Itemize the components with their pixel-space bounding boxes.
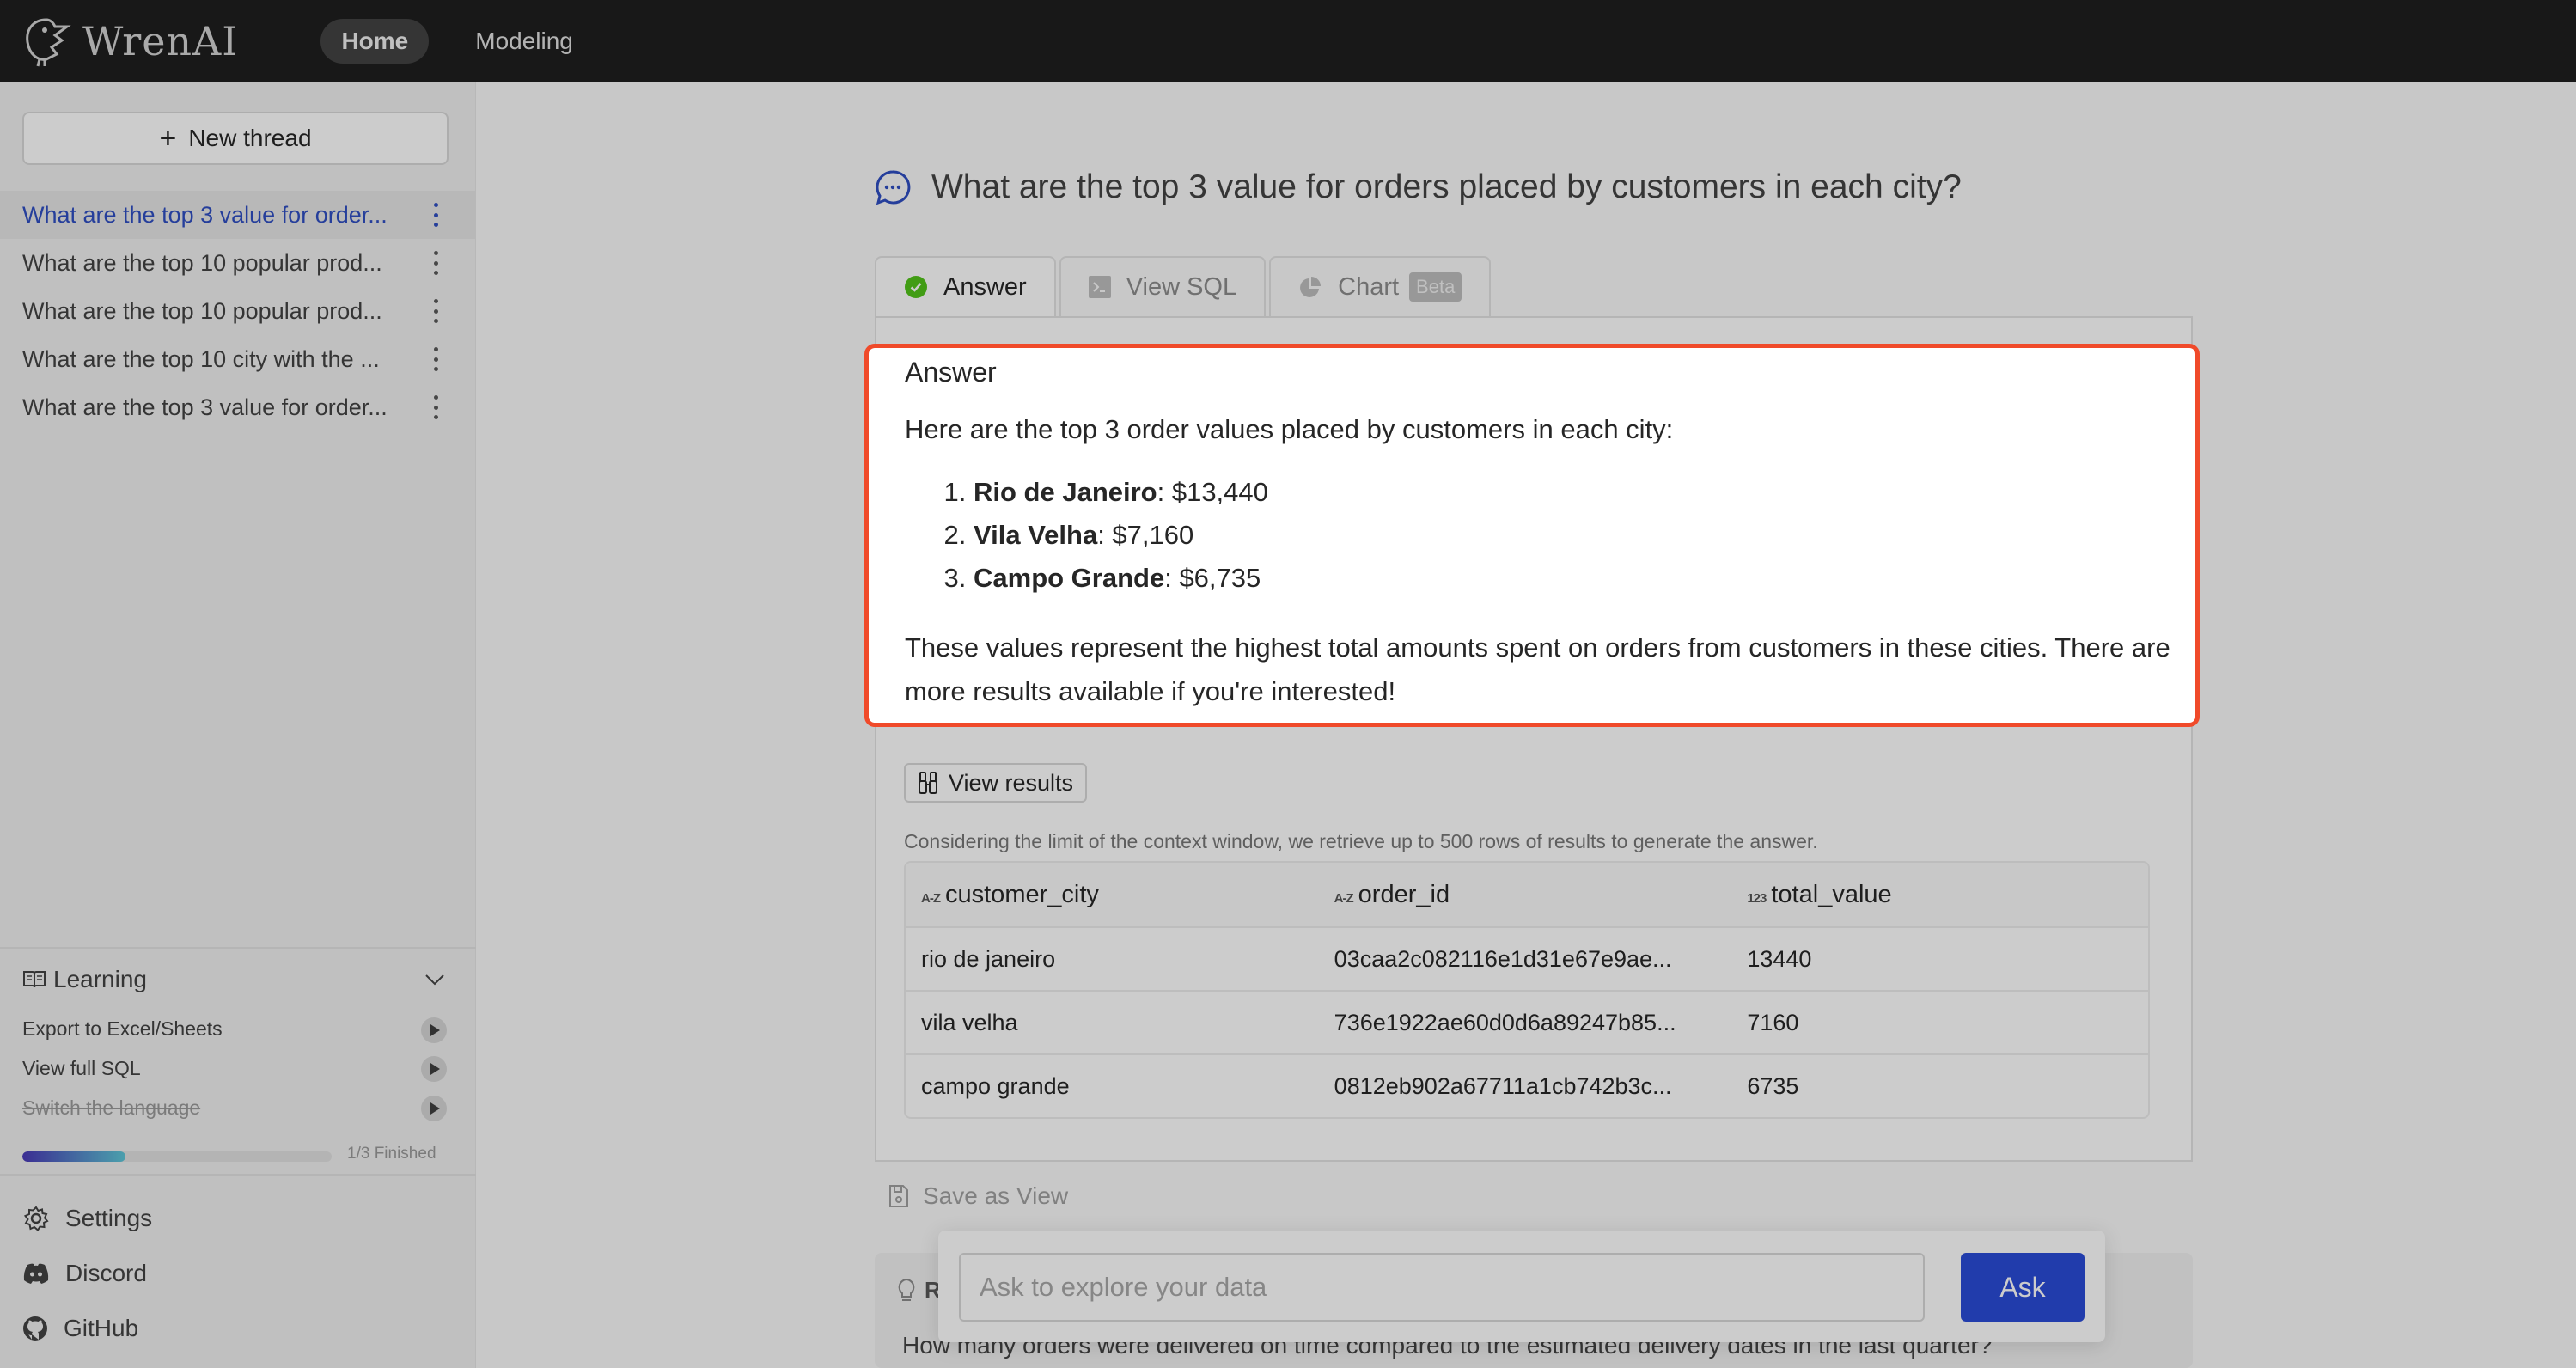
answer-list-item: Campo Grande: $6,735	[974, 557, 2195, 600]
answer-list-item: Vila Velha: $7,160	[974, 514, 2195, 557]
answer-list: Rio de Janeiro: $13,440 Vila Velha: $7,1…	[905, 471, 2195, 600]
answer-intro: Here are the top 3 order values placed b…	[905, 414, 1674, 444]
answer-value: : $6,735	[1164, 563, 1261, 593]
answer-outro: These values represent the highest total…	[905, 632, 2170, 706]
answer-value: : $7,160	[1097, 520, 1194, 550]
answer-heading: Answer	[905, 357, 997, 388]
answer-city: Campo Grande	[974, 563, 1165, 593]
answer-city: Vila Velha	[974, 520, 1098, 550]
answer-list-item: Rio de Janeiro: $13,440	[974, 471, 2195, 514]
highlighted-answer-box: Answer Here are the top 3 order values p…	[864, 344, 2200, 727]
answer-value: : $13,440	[1157, 477, 1268, 507]
answer-city: Rio de Janeiro	[974, 477, 1157, 507]
